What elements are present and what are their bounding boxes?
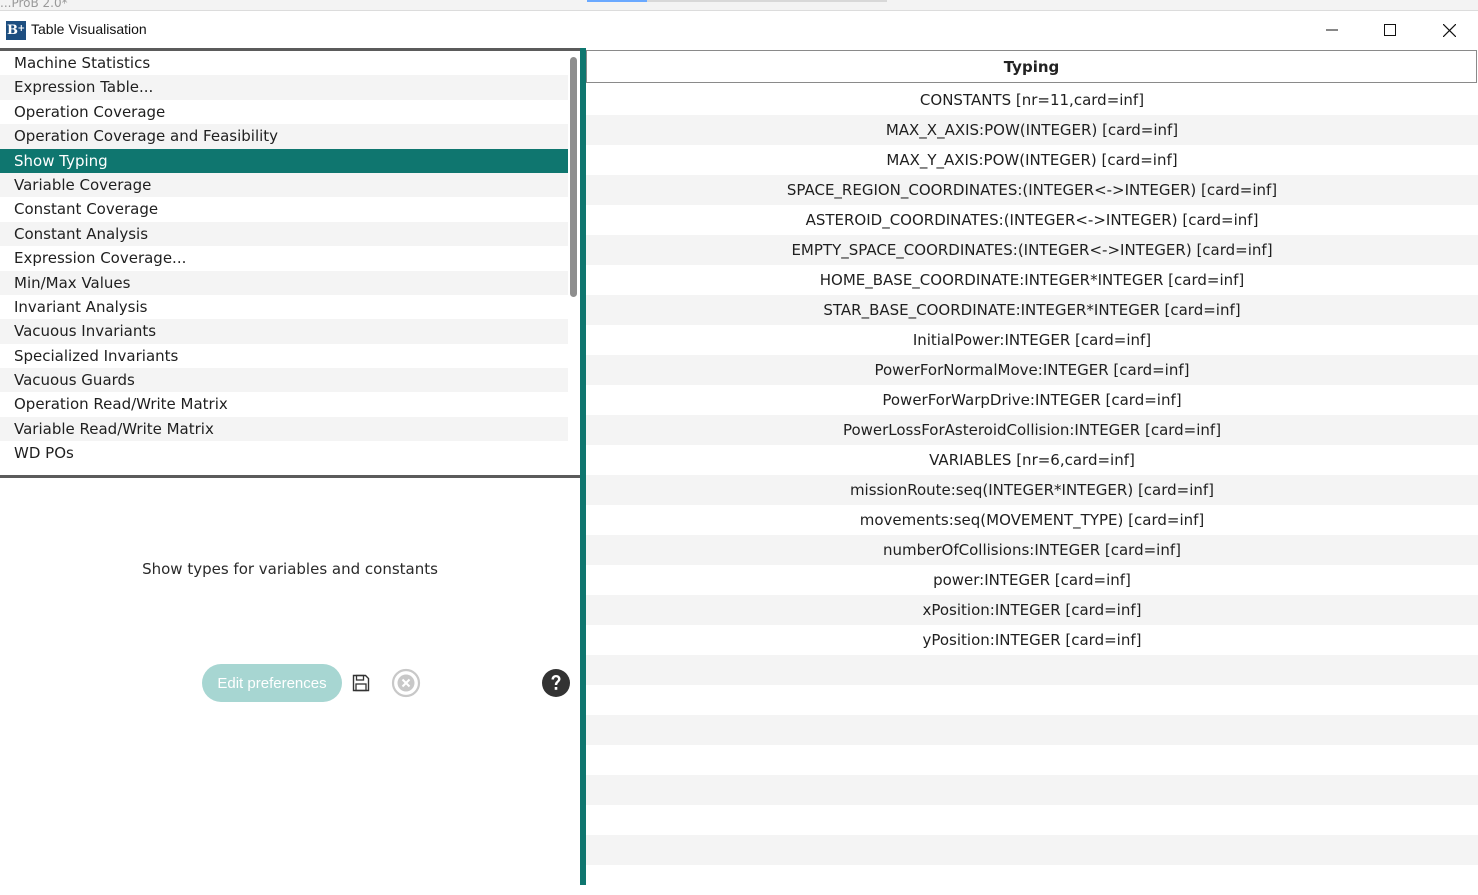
list-item-expression-coverage[interactable]: Expression Coverage... xyxy=(0,246,568,270)
table-row[interactable]: CONSTANTS [nr=11,card=inf] xyxy=(586,85,1478,115)
table-row[interactable]: ASTEROID_COORDINATES:(INTEGER<->INTEGER)… xyxy=(586,205,1478,235)
list-item-wd-pos[interactable]: WD POs xyxy=(0,441,568,465)
list-item-expression-table[interactable]: Expression Table... xyxy=(0,75,568,100)
list-item-machine-statistics[interactable]: Machine Statistics xyxy=(0,51,568,75)
help-icon[interactable] xyxy=(541,668,571,698)
left-pane: Machine Statistics Expression Table... O… xyxy=(0,48,580,885)
table-row[interactable]: HOME_BASE_COORDINATE:INTEGER*INTEGER [ca… xyxy=(586,265,1478,295)
table-row[interactable]: PowerForWarpDrive:INTEGER [card=inf] xyxy=(586,385,1478,415)
table-row-empty xyxy=(586,805,1478,835)
background-app-strip: ...ProB 2.0* xyxy=(0,0,1478,10)
edit-preferences-button[interactable]: Edit preferences xyxy=(202,664,342,702)
table-body: CONSTANTS [nr=11,card=inf] MAX_X_AXIS:PO… xyxy=(586,85,1478,895)
table-row-empty xyxy=(586,655,1478,685)
table-row-empty xyxy=(586,835,1478,865)
background-tab-active xyxy=(587,0,647,2)
table-row[interactable]: VARIABLES [nr=6,card=inf] xyxy=(586,445,1478,475)
list-item-constant-analysis[interactable]: Constant Analysis xyxy=(0,221,568,247)
table-row[interactable]: movements:seq(MOVEMENT_TYPE) [card=inf] xyxy=(586,505,1478,535)
app-icon: B + xyxy=(6,21,26,40)
list-scrollbar[interactable] xyxy=(568,51,580,473)
minimize-icon xyxy=(1326,29,1338,31)
table-row[interactable]: power:INTEGER [card=inf] xyxy=(586,565,1478,595)
list-item-show-typing[interactable]: Show Typing xyxy=(0,148,568,173)
table-row[interactable]: numberOfCollisions:INTEGER [card=inf] xyxy=(586,535,1478,565)
table-row[interactable]: PowerLossForAsteroidCollision:INTEGER [c… xyxy=(586,415,1478,445)
table-row[interactable]: MAX_Y_AXIS:POW(INTEGER) [card=inf] xyxy=(586,145,1478,175)
table-row[interactable]: MAX_X_AXIS:POW(INTEGER) [card=inf] xyxy=(586,115,1478,145)
close-button[interactable] xyxy=(1420,11,1478,49)
close-icon xyxy=(1442,23,1456,37)
table-row[interactable]: xPosition:INTEGER [card=inf] xyxy=(586,595,1478,625)
description-text: Show types for variables and constants xyxy=(142,560,438,578)
table-row[interactable]: SPACE_REGION_COORDINATES:(INTEGER<->INTE… xyxy=(586,175,1478,205)
table-row-empty xyxy=(586,775,1478,805)
list-item-vacuous-guards[interactable]: Vacuous Guards xyxy=(0,368,568,393)
table-row[interactable]: PowerForNormalMove:INTEGER [card=inf] xyxy=(586,355,1478,385)
list-item-invariant-analysis[interactable]: Invariant Analysis xyxy=(0,295,568,319)
list-item-vacuous-invariants[interactable]: Vacuous Invariants xyxy=(0,319,568,344)
table-row[interactable]: InitialPower:INTEGER [card=inf] xyxy=(586,325,1478,355)
list-item-operation-coverage-feasibility[interactable]: Operation Coverage and Feasibility xyxy=(0,124,568,149)
table-row-empty xyxy=(586,745,1478,775)
table-row[interactable]: STAR_BASE_COORDINATE:INTEGER*INTEGER [ca… xyxy=(586,295,1478,325)
save-icon[interactable] xyxy=(352,674,370,692)
typing-table: Typing CONSTANTS [nr=11,card=inf] MAX_X_… xyxy=(586,48,1478,885)
window-titlebar[interactable]: B + Table Visualisation xyxy=(0,10,1478,49)
background-app-title: ...ProB 2.0* xyxy=(0,0,68,10)
list-item-variable-rw-matrix[interactable]: Variable Read/Write Matrix xyxy=(0,416,568,442)
table-row-empty xyxy=(586,685,1478,715)
table-row[interactable]: EMPTY_SPACE_COORDINATES:(INTEGER<->INTEG… xyxy=(586,235,1478,265)
maximize-button[interactable] xyxy=(1361,11,1419,49)
pane-separator[interactable] xyxy=(0,475,580,478)
column-header-typing[interactable]: Typing xyxy=(586,50,1477,83)
window-title: Table Visualisation xyxy=(31,21,147,37)
visualisation-list[interactable]: Machine Statistics Expression Table... O… xyxy=(0,51,568,473)
list-item-specialized-invariants[interactable]: Specialized Invariants xyxy=(0,344,568,368)
list-item-constant-coverage[interactable]: Constant Coverage xyxy=(0,197,568,221)
table-row-empty xyxy=(586,865,1478,895)
maximize-icon xyxy=(1384,24,1396,36)
list-item-operation-rw-matrix[interactable]: Operation Read/Write Matrix xyxy=(0,392,568,416)
table-row[interactable]: missionRoute:seq(INTEGER*INTEGER) [card=… xyxy=(586,475,1478,505)
background-tab xyxy=(647,0,887,2)
list-item-operation-coverage[interactable]: Operation Coverage xyxy=(0,100,568,124)
scrollbar-thumb[interactable] xyxy=(570,57,577,297)
table-row[interactable]: yPosition:INTEGER [card=inf] xyxy=(586,625,1478,655)
minimize-button[interactable] xyxy=(1303,11,1361,49)
cancel-icon[interactable] xyxy=(391,668,421,698)
list-item-min-max-values[interactable]: Min/Max Values xyxy=(0,270,568,295)
table-row-empty xyxy=(586,715,1478,745)
list-item-variable-coverage[interactable]: Variable Coverage xyxy=(0,172,568,198)
